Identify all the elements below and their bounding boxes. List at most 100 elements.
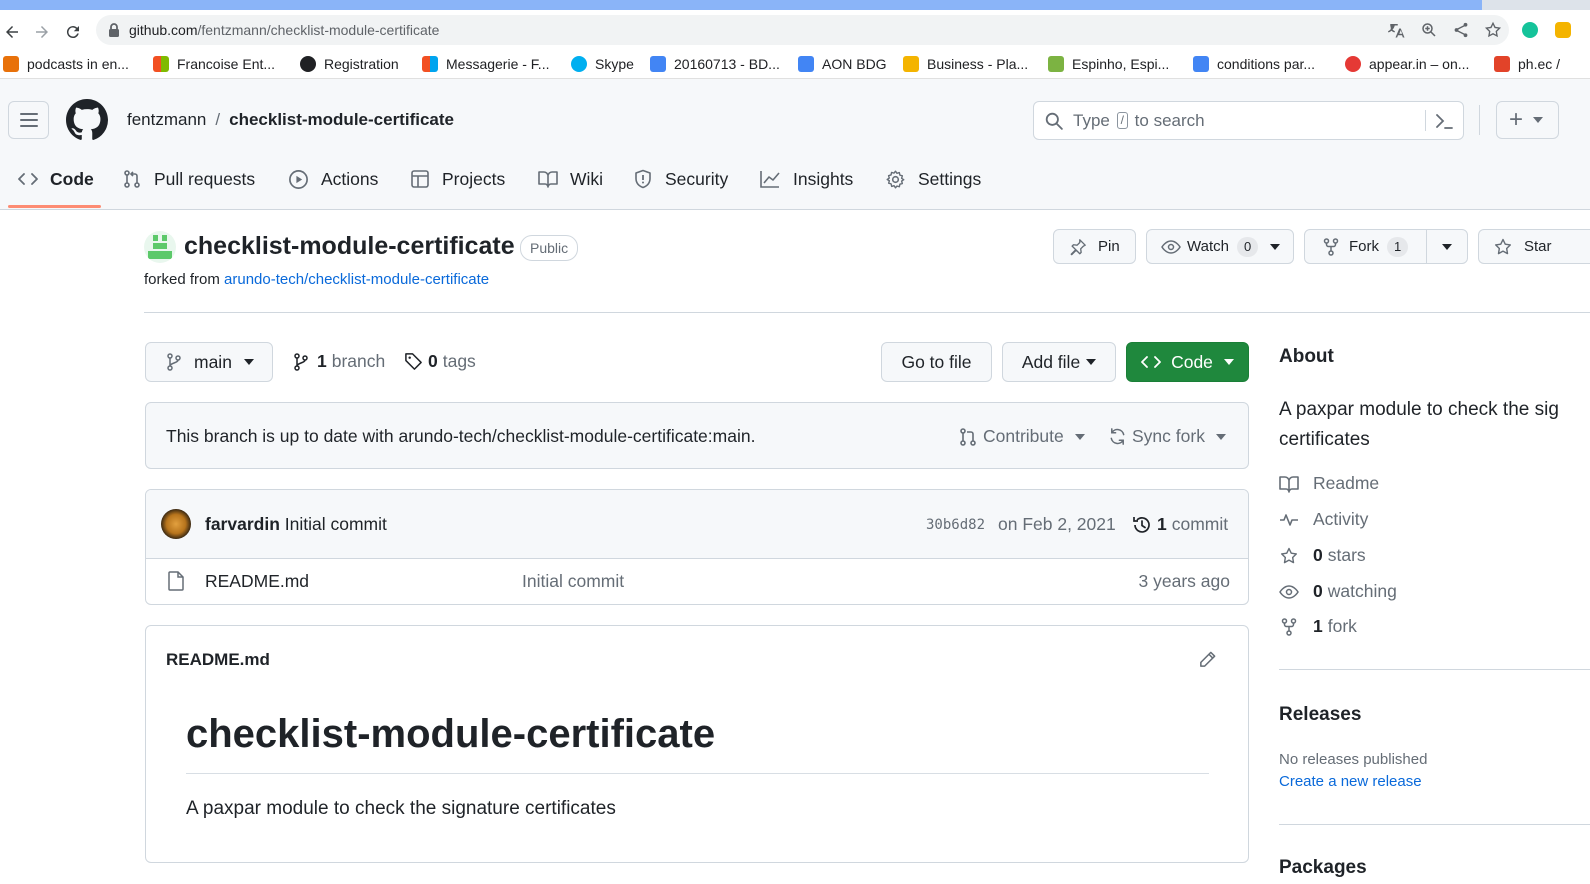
bookmark-label: Registration: [324, 56, 399, 72]
zoom-icon[interactable]: [1420, 21, 1438, 39]
bookmark-item[interactable]: Registration: [300, 54, 399, 74]
bookmark-label: appear.in – on...: [1369, 56, 1470, 72]
bookmark-item[interactable]: Francoise Ent...: [153, 54, 275, 74]
extension-icon[interactable]: [1555, 22, 1571, 38]
commit-message[interactable]: Initial commit: [285, 514, 387, 534]
bookmark-favicon: [1193, 56, 1209, 72]
forks-link[interactable]: 1 fork: [1279, 616, 1357, 637]
forks-label: fork: [1327, 616, 1357, 636]
eye-icon: [1161, 239, 1181, 254]
tab-label: Actions: [321, 168, 379, 189]
tab-actions[interactable]: Actions: [288, 167, 378, 191]
sync-status-banner: This branch is up to date with arundo-te…: [145, 402, 1249, 469]
pencil-icon[interactable]: [1198, 650, 1217, 669]
watching-link[interactable]: 0 watching: [1279, 581, 1397, 602]
search-divider: [1425, 110, 1426, 131]
branches-link[interactable]: 1 branch: [293, 351, 385, 372]
translate-icon[interactable]: [1388, 21, 1406, 39]
author-avatar[interactable]: [161, 509, 191, 539]
tab-label: Wiki: [570, 168, 604, 189]
back-button[interactable]: [0, 20, 24, 44]
watch-label: Watch: [1187, 238, 1229, 255]
caret-down-icon: [1074, 433, 1085, 440]
fork-options-button[interactable]: [1426, 229, 1468, 264]
bookmark-item[interactable]: ph.ec /: [1494, 54, 1560, 74]
forward-button[interactable]: [30, 20, 54, 44]
shield-icon: [635, 169, 651, 189]
branch-selector[interactable]: main: [145, 342, 273, 382]
share-icon[interactable]: [1452, 21, 1470, 39]
watch-button[interactable]: Watch 0: [1146, 229, 1294, 264]
owner-link[interactable]: fentzmann: [127, 110, 206, 129]
packages-title[interactable]: Packages: [1279, 857, 1367, 879]
pin-button[interactable]: Pin: [1053, 229, 1136, 264]
bookmark-label: conditions par...: [1217, 56, 1316, 72]
commit-author[interactable]: farvardin: [205, 514, 280, 534]
star-button[interactable]: Star: [1478, 229, 1590, 264]
bookmark-item[interactable]: podcasts in en...: [3, 54, 129, 74]
file-name[interactable]: README.md: [205, 571, 309, 592]
commit-sha[interactable]: 30b6d82: [926, 517, 985, 533]
forked-from-link[interactable]: arundo-tech/checklist-module-certificate: [224, 271, 489, 288]
releases-title[interactable]: Releases: [1279, 704, 1361, 726]
code-button[interactable]: Code: [1126, 342, 1249, 382]
github-header: fentzmann / checklist-module-certificate T…: [0, 79, 1590, 210]
fork-button[interactable]: Fork 1: [1304, 229, 1427, 264]
search-icon: [1045, 112, 1063, 130]
tab-security[interactable]: Security: [633, 167, 728, 191]
create-release-link[interactable]: Create a new release: [1279, 773, 1422, 790]
tab-pull-requests[interactable]: Pull requests: [122, 167, 255, 191]
tab-wiki[interactable]: Wiki: [538, 167, 603, 191]
readme-link[interactable]: Readme: [1279, 473, 1379, 494]
tab-code[interactable]: Code: [18, 167, 94, 191]
reload-button[interactable]: [61, 20, 85, 44]
tab-settings[interactable]: Settings: [885, 167, 981, 191]
readme-link-label: Readme: [1313, 473, 1380, 493]
url-text: github.com/fentzmann/checklist-module-ce…: [129, 22, 439, 38]
sidebar-divider: [1279, 824, 1590, 825]
go-to-file-button[interactable]: Go to file: [881, 342, 992, 382]
search-input[interactable]: Type / to search: [1033, 101, 1464, 140]
bookmark-item[interactable]: Business - Pla...: [903, 54, 1028, 74]
bookmark-item[interactable]: conditions par...: [1193, 54, 1315, 74]
menu-button[interactable]: [8, 101, 49, 139]
sync-fork-button[interactable]: Sync fork: [1108, 426, 1226, 447]
tab-projects[interactable]: Projects: [410, 167, 505, 191]
bookmark-item[interactable]: Espinho, Espi...: [1048, 54, 1169, 74]
book-icon: [538, 171, 558, 188]
repo-title[interactable]: checklist-module-certificate: [184, 232, 515, 261]
activity-link[interactable]: Activity: [1279, 509, 1368, 530]
bookmark-item[interactable]: 20160713 - BD...: [650, 54, 780, 74]
table-row[interactable]: README.md Initial commit 3 years ago: [146, 558, 1248, 604]
bookmark-star-icon[interactable]: [1484, 21, 1502, 39]
stars-link[interactable]: 0 stars: [1279, 545, 1366, 566]
bookmark-item[interactable]: AON BDG: [798, 54, 887, 74]
tab-label: Pull requests: [154, 168, 256, 189]
file-commit-message[interactable]: Initial commit: [522, 571, 624, 592]
commit-history-link[interactable]: 1 commit: [1132, 514, 1228, 535]
bookmark-item[interactable]: Messagerie - F...: [422, 54, 549, 74]
repo-link[interactable]: checklist-module-certificate: [229, 110, 454, 129]
github-logo-icon[interactable]: [66, 99, 108, 141]
tags-link[interactable]: 0 tags: [404, 351, 476, 372]
bookmark-favicon: [903, 56, 919, 72]
grammarly-extension-icon[interactable]: [1522, 22, 1538, 38]
reload-icon: [66, 26, 79, 39]
go-to-file-label: Go to file: [901, 351, 972, 372]
file-age: 3 years ago: [1138, 571, 1230, 591]
bookmark-label: AON BDG: [822, 56, 887, 72]
command-palette-icon[interactable]: [1434, 112, 1454, 130]
bookmark-item[interactable]: Skype: [571, 54, 634, 74]
code-icon: [1141, 356, 1161, 368]
bookmark-item[interactable]: appear.in – on...: [1345, 54, 1469, 74]
create-new-button[interactable]: +: [1496, 101, 1559, 139]
omnibox[interactable]: github.com/fentzmann/checklist-module-ce…: [96, 15, 1509, 45]
bookmark-favicon: [650, 56, 666, 72]
owner-avatar[interactable]: [144, 231, 176, 263]
add-file-button[interactable]: Add file: [1002, 342, 1116, 382]
commit-date: on Feb 2, 2021: [998, 514, 1116, 534]
bookmark-favicon: [300, 56, 316, 72]
bookmark-label: Francoise Ent...: [177, 56, 276, 72]
tab-insights[interactable]: Insights: [759, 167, 853, 191]
contribute-button[interactable]: Contribute: [959, 426, 1085, 447]
